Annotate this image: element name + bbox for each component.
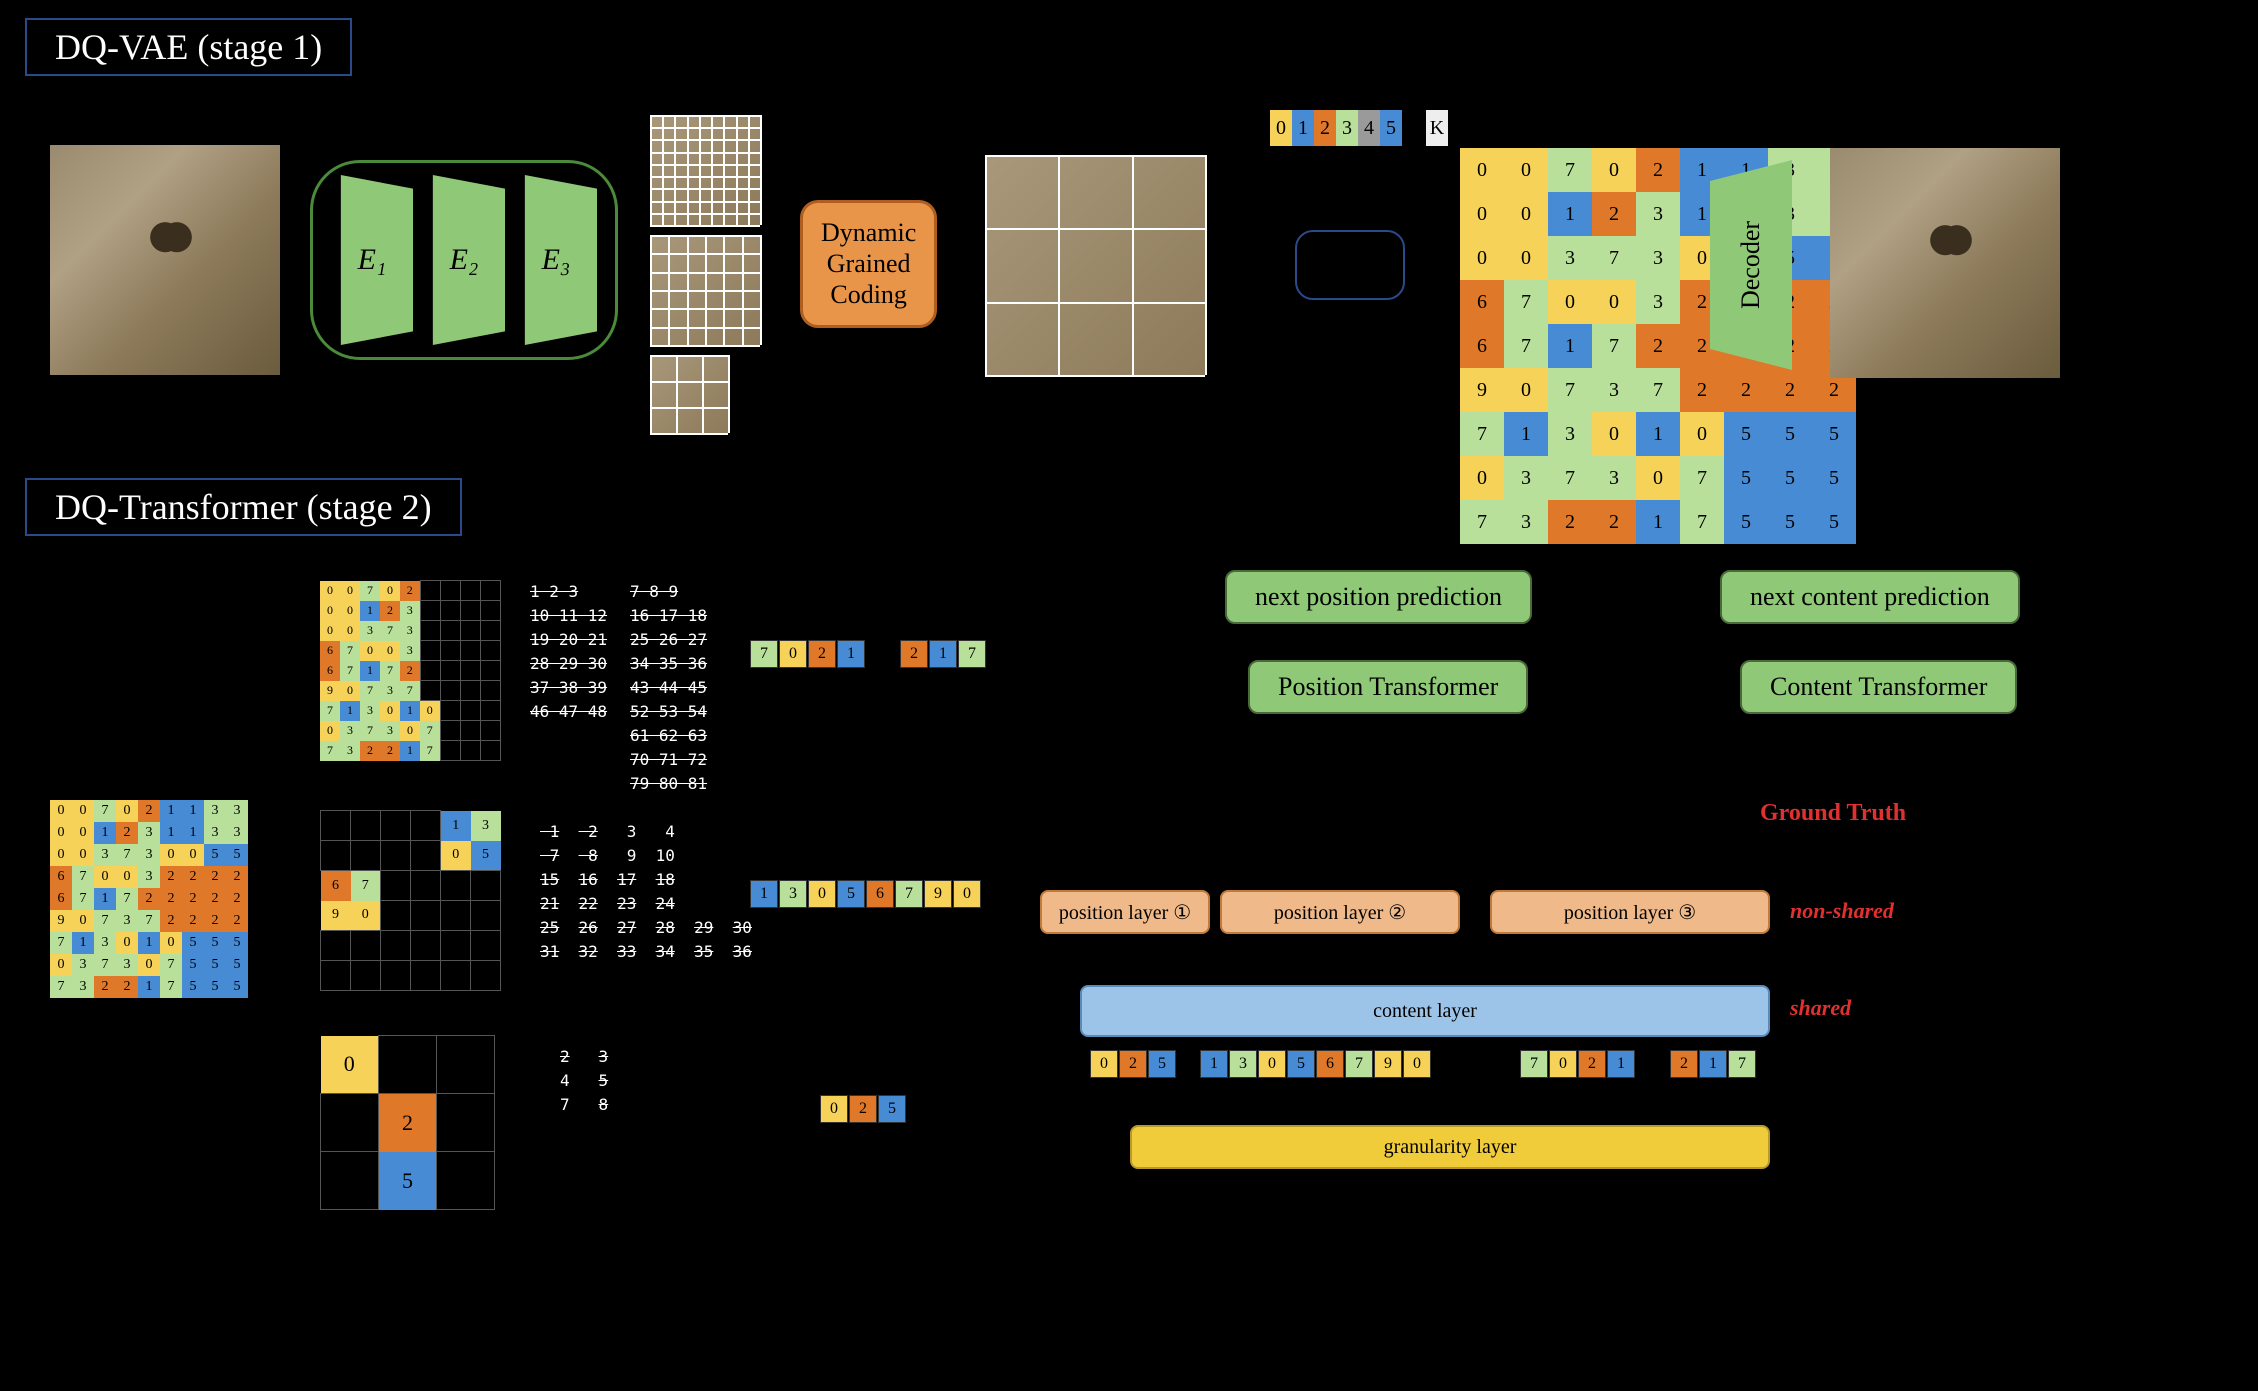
ground-truth-label: Ground Truth: [1760, 800, 1906, 827]
position-layer-3: position layer ③: [1490, 890, 1770, 934]
position-layer-2: position layer ②: [1220, 890, 1460, 934]
stage1-title: DQ-VAE (stage 1): [25, 18, 352, 76]
seq-coarse: 025: [820, 1095, 906, 1123]
input-image: [50, 145, 280, 375]
codebook: 0 1 2 3 4 5 K: [1270, 110, 1448, 146]
non-shared-label: non-shared: [1790, 898, 1894, 924]
encoder-1: E₁: [331, 175, 413, 345]
stage2-title: DQ-Transformer (stage 2): [25, 478, 462, 536]
codebook-1: 1: [1292, 110, 1314, 146]
content-layer: content layer: [1080, 985, 1770, 1037]
encoder-3: E₃: [515, 175, 597, 345]
latent-box: [1295, 230, 1405, 300]
pos-transformer: Position Transformer: [1248, 660, 1528, 714]
numbers-fine-left: 1 2 3 10 11 12 19 20 21 28 29 30 37 38 3…: [530, 580, 607, 724]
feature-coarse: [650, 355, 728, 433]
grid-fine: 0070200123003736700367172907377130100373…: [320, 580, 501, 761]
content-transformer: Content Transformer: [1740, 660, 2017, 714]
numbers-coarse: 2 3 4 5 7 8: [560, 1045, 637, 1117]
decoder: Decoder: [1710, 160, 1792, 370]
codebook-2: 2: [1314, 110, 1336, 146]
code-grid-left: 0070211330012311330037300556700322226717…: [50, 800, 248, 998]
content-seq-a: 025: [1090, 1050, 1176, 1078]
codebook-k: K: [1426, 110, 1448, 146]
numbers-fine-right: 7 8 9 16 17 18 25 26 27 34 35 36 43 44 4…: [630, 580, 707, 796]
seq-fine-a: 7021: [750, 640, 865, 668]
output-image: [1830, 148, 2060, 378]
codebook-0: 0: [1270, 110, 1292, 146]
numbers-mid: 1 2 3 4 7 8 9 10 15 16 17 18 21 22 23 24…: [540, 820, 771, 964]
content-seq-c2: 217: [1670, 1050, 1756, 1078]
seq-fine-b: 217: [900, 640, 986, 668]
mixed-image: [985, 155, 1205, 375]
content-seq-c1: 7021: [1520, 1050, 1635, 1078]
codebook-4: 4: [1358, 110, 1380, 146]
feature-fine: [650, 115, 760, 225]
content-seq-b: 13056790: [1200, 1050, 1431, 1078]
feature-mid: [650, 235, 760, 345]
code-grid-stage1: 0070211330012311330037300556700322226717…: [1460, 148, 1856, 544]
grid-mid: 13056790: [320, 810, 501, 991]
dgc-box: Dynamic Grained Coding: [800, 200, 937, 328]
next-pos-label: next position prediction: [1225, 570, 1532, 624]
next-content-label: next content prediction: [1720, 570, 2020, 624]
encoder-group: E₁ E₂ E₃: [310, 160, 618, 360]
shared-label: shared: [1790, 995, 1851, 1021]
granularity-layer: granularity layer: [1130, 1125, 1770, 1169]
encoder-2: E₂: [423, 175, 505, 345]
grid-coarse: 025: [320, 1035, 495, 1210]
position-layer-1: position layer ①: [1040, 890, 1210, 934]
codebook-3: 3: [1336, 110, 1358, 146]
seq-mid: 13056790: [750, 880, 981, 908]
codebook-5: 5: [1380, 110, 1402, 146]
